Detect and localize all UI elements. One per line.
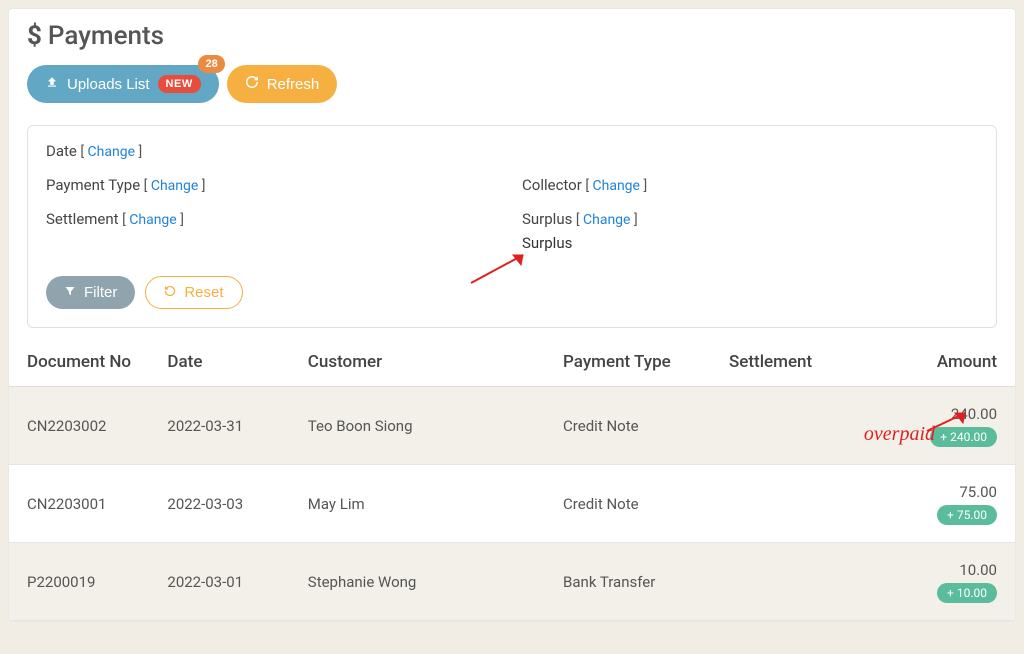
surplus-badge-value: 10.00 xyxy=(957,586,987,600)
cell-amount: 240.00 xyxy=(951,405,997,423)
cell-date: 2022-03-01 xyxy=(167,573,307,591)
col-date: Date xyxy=(167,352,307,372)
filter-button[interactable]: Filter xyxy=(46,276,135,309)
dollar-icon: $ xyxy=(27,21,42,51)
reset-button-label: Reset xyxy=(184,284,223,301)
cell-customer: Teo Boon Siong xyxy=(308,417,563,435)
filter-surplus-value: Surplus xyxy=(522,234,978,252)
cell-payment-type: Credit Note xyxy=(563,495,729,513)
filter-settlement-change[interactable]: Change xyxy=(129,212,176,228)
cell-amount: 10.00 xyxy=(959,561,997,579)
col-document-no: Document No xyxy=(27,352,167,372)
filter-payment-type-change[interactable]: Change xyxy=(151,178,198,194)
surplus-badge: + 240.00 xyxy=(930,427,997,447)
filter-collector-label: Collector xyxy=(522,176,582,194)
col-settlement: Settlement xyxy=(729,352,882,372)
filter-date-label: Date xyxy=(46,142,77,160)
uploads-count-badge: 28 xyxy=(198,55,224,73)
refresh-icon xyxy=(245,75,259,93)
undo-icon xyxy=(164,284,176,301)
table-row[interactable]: CN2203002 2022-03-31 Teo Boon Siong Cred… xyxy=(9,387,1015,465)
uploads-list-label: Uploads List xyxy=(67,76,150,93)
funnel-icon xyxy=(64,284,76,301)
table-row[interactable]: P2200019 2022-03-01 Stephanie Wong Bank … xyxy=(9,543,1015,621)
filter-panel: Date [ Change ] Payment Type [ Change ] … xyxy=(27,125,997,328)
filter-settlement-label: Settlement xyxy=(46,210,119,228)
surplus-badge-value: 75.00 xyxy=(957,508,987,522)
cell-date: 2022-03-03 xyxy=(167,495,307,513)
page-title-text: Payments xyxy=(48,21,164,51)
cell-doc: P2200019 xyxy=(27,573,167,591)
plus-icon: + xyxy=(940,430,947,444)
plus-icon: + xyxy=(947,586,954,600)
cell-payment-type: Credit Note xyxy=(563,417,729,435)
new-badge: NEW xyxy=(158,75,201,93)
col-amount: Amount xyxy=(882,352,997,372)
table-row[interactable]: CN2203001 2022-03-03 May Lim Credit Note… xyxy=(9,465,1015,543)
cell-customer: Stephanie Wong xyxy=(308,573,563,591)
filter-collector-change[interactable]: Change xyxy=(593,178,640,194)
cell-date: 2022-03-31 xyxy=(167,417,307,435)
reset-button[interactable]: Reset xyxy=(145,276,242,309)
surplus-badge: + 75.00 xyxy=(937,505,997,525)
filter-date-change[interactable]: Change xyxy=(88,144,135,160)
cell-amount: 75.00 xyxy=(959,483,997,501)
upload-icon xyxy=(45,75,59,93)
cell-doc: CN2203001 xyxy=(27,495,167,513)
cell-customer: May Lim xyxy=(308,495,563,513)
filter-payment-type-label: Payment Type xyxy=(46,176,140,194)
filter-button-label: Filter xyxy=(84,284,117,301)
surplus-badge-value: 240.00 xyxy=(950,430,987,444)
col-payment-type: Payment Type xyxy=(563,352,729,372)
filter-surplus-change[interactable]: Change xyxy=(583,212,630,228)
uploads-list-button[interactable]: Uploads List NEW 28 xyxy=(27,65,219,103)
table-header: Document No Date Customer Payment Type S… xyxy=(9,338,1015,387)
col-customer: Customer xyxy=(308,352,563,372)
filter-surplus-label: Surplus xyxy=(522,210,572,228)
refresh-button[interactable]: Refresh xyxy=(227,65,338,103)
page-title: $ Payments xyxy=(27,21,997,51)
surplus-badge: + 10.00 xyxy=(937,583,997,603)
cell-doc: CN2203002 xyxy=(27,417,167,435)
cell-payment-type: Bank Transfer xyxy=(563,573,729,591)
refresh-label: Refresh xyxy=(267,76,320,93)
plus-icon: + xyxy=(947,508,954,522)
